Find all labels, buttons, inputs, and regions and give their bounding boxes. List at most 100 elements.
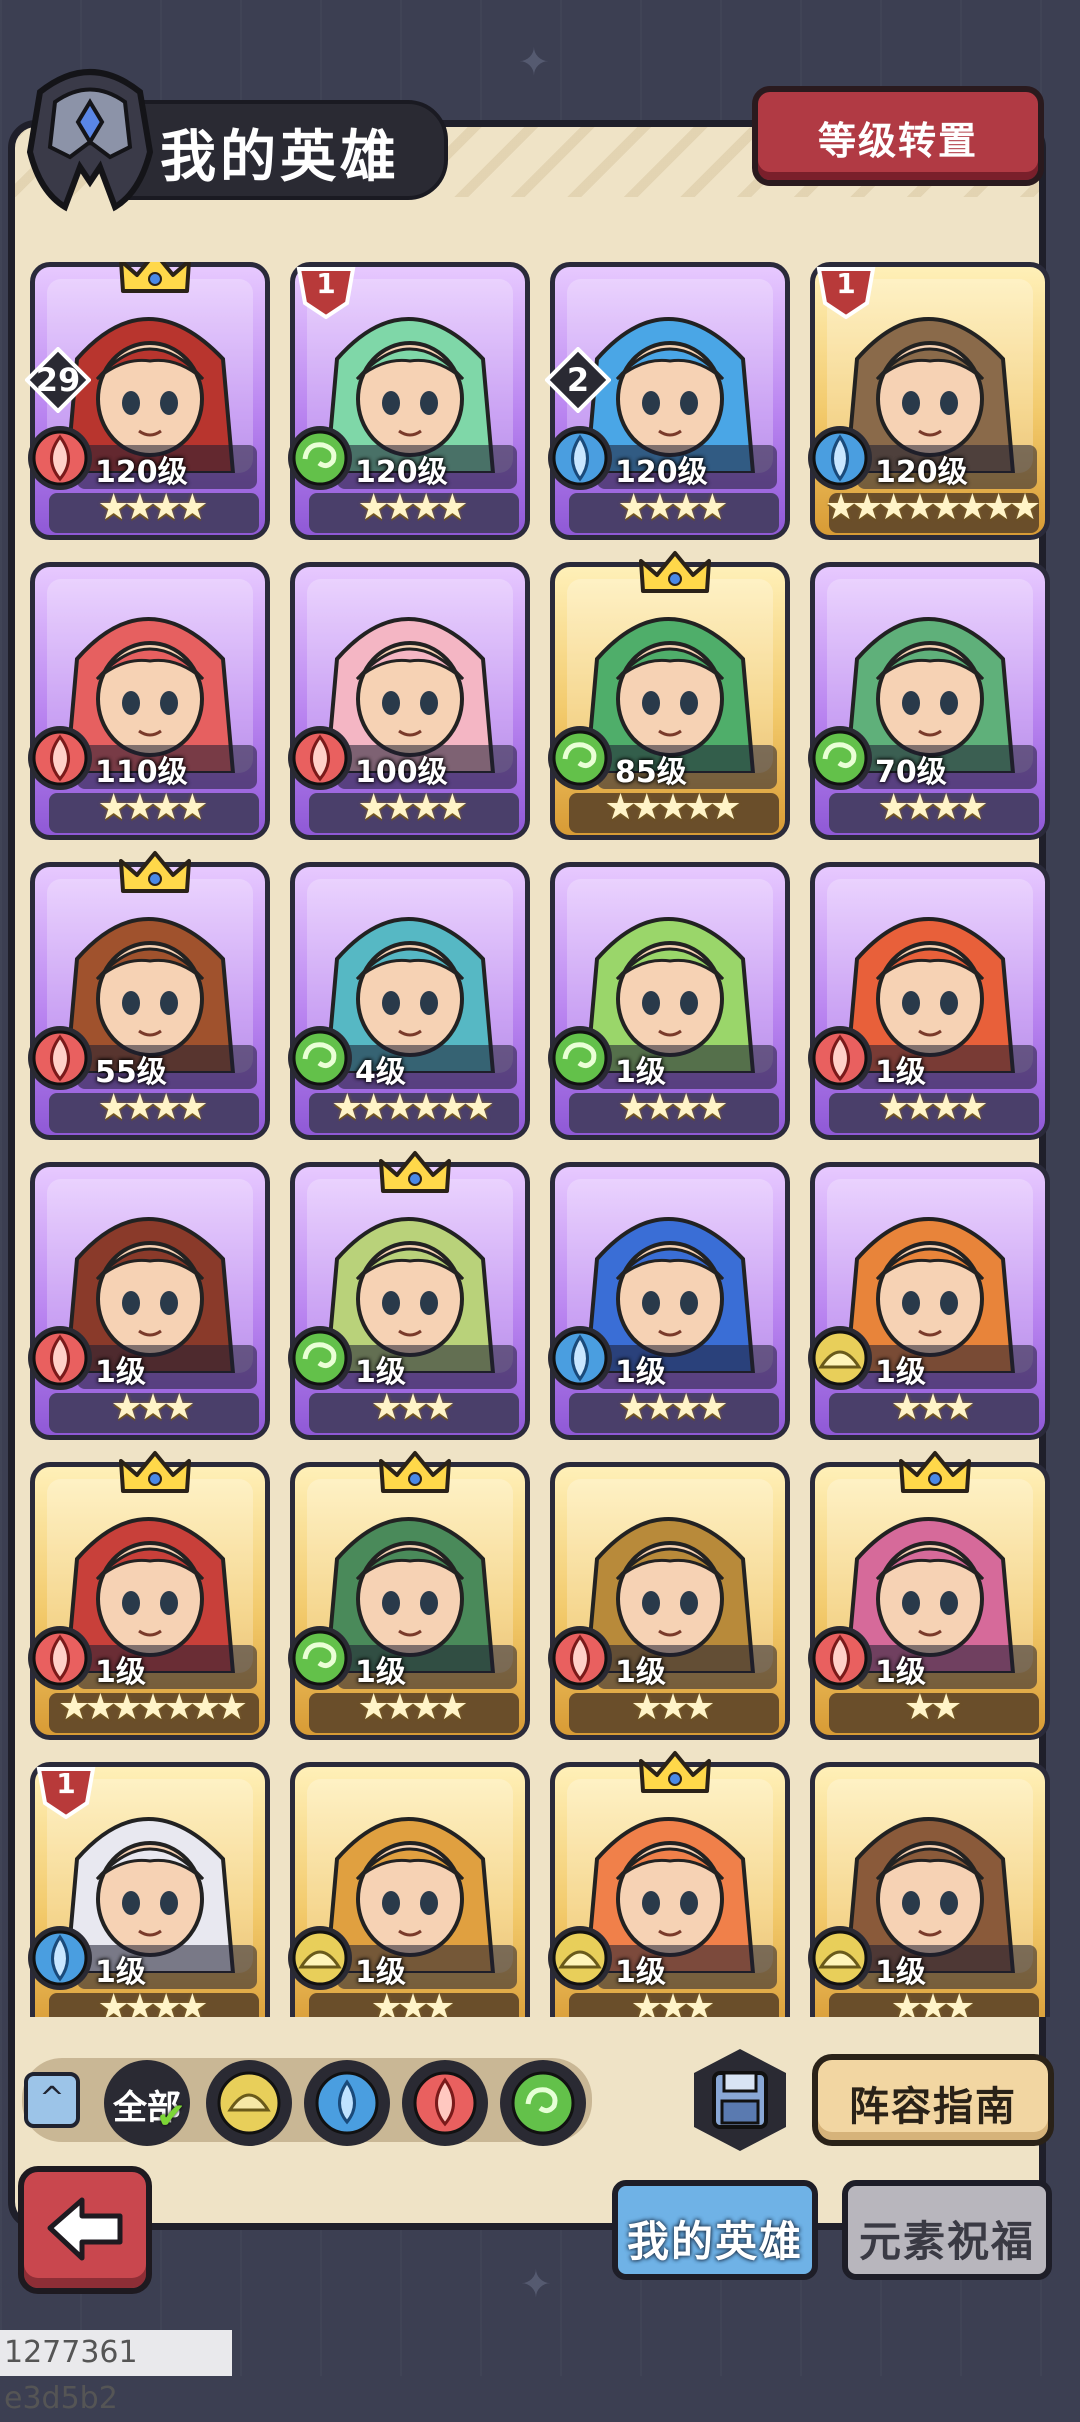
hero-stars: ★★★: [110, 1387, 196, 1428]
rank-transfer-button[interactable]: 等级转置: [752, 86, 1044, 186]
hero-level: 1级: [355, 1355, 406, 1390]
hero-level: 1级: [355, 1955, 406, 1990]
hero-card[interactable]: 1级 ★★★: [808, 1162, 1050, 1440]
crown-icon: [119, 1451, 191, 1493]
rank-badge: 1: [33, 1759, 99, 1819]
hero-level: 85级: [615, 755, 687, 790]
hero-level: 1级: [615, 1655, 666, 1690]
hero-level: 1级: [875, 1655, 926, 1690]
hero-card[interactable]: 1 1级 ★★★★: [28, 1759, 270, 2017]
fire-element-icon: [28, 426, 92, 490]
hero-card[interactable]: 1级 ★★★: [548, 1462, 790, 1740]
wind-element-icon: [808, 726, 872, 790]
lineup-guide-label: 阵容指南: [849, 2084, 1017, 2130]
hero-stars: ★★★: [630, 1987, 716, 2017]
hero-level: 55级: [95, 1055, 167, 1090]
collapse-chevron-icon[interactable]: ^: [24, 2072, 80, 2128]
crown-icon: [119, 851, 191, 893]
fire-element-icon: [28, 726, 92, 790]
hero-card[interactable]: 29 120级 ★★★★: [25, 262, 270, 540]
hero-level: 1级: [95, 1655, 146, 1690]
hero-stars: ★★★★: [617, 487, 728, 528]
back-arrow-icon: [47, 2197, 123, 2261]
decor-sparkle-icon: ✦: [518, 40, 550, 84]
hero-card[interactable]: 1级 ★★★★: [548, 862, 790, 1140]
rank-transfer-label: 等级转置: [817, 119, 978, 163]
hero-stars: ★★★★★★★: [58, 1687, 248, 1728]
hero-level: 110级: [95, 755, 188, 790]
lineup-guide-button[interactable]: 阵容指南: [812, 2054, 1054, 2146]
tab-my-heroes[interactable]: 我的英雄: [612, 2180, 818, 2280]
hero-stars: ★★★★: [97, 1987, 208, 2017]
hero-level: 1级: [355, 1655, 406, 1690]
hero-level: 120级: [615, 455, 708, 490]
hero-card[interactable]: 1级 ★★★★: [288, 1451, 530, 1740]
hero-card[interactable]: 1 120级 ★★★★: [288, 262, 530, 540]
hero-level: 1级: [875, 1055, 926, 1090]
hero-card[interactable]: 55级 ★★★★: [28, 851, 270, 1140]
filter-earth-icon[interactable]: [206, 2060, 292, 2146]
hero-card[interactable]: 1级 ★★: [808, 1451, 1050, 1740]
helmet-icon: [26, 69, 154, 212]
hero-level: 1级: [95, 1355, 146, 1390]
hero-stars: ★★★: [890, 1987, 976, 2017]
hero-card[interactable]: 100级 ★★★★: [288, 562, 530, 840]
hero-card[interactable]: 1级 ★★★: [288, 1762, 530, 2017]
crown-icon: [639, 551, 711, 593]
hero-card[interactable]: 1级 ★★★★: [548, 1162, 790, 1440]
hero-level: 1级: [615, 1055, 666, 1090]
hero-card[interactable]: 1级 ★★★: [288, 1151, 530, 1440]
hero-stars: ★★: [903, 1687, 963, 1728]
water-element-icon: [548, 1326, 612, 1390]
hero-stars: ★★★★: [97, 487, 208, 528]
hero-card[interactable]: 2 120级 ★★★★: [545, 262, 790, 540]
hero-level: 70级: [875, 755, 947, 790]
save-lineup-button[interactable]: [688, 2045, 792, 2155]
page-title: 我的英雄: [160, 125, 400, 190]
hero-stars: ★★★★: [617, 1087, 728, 1128]
rank-badge: 1: [293, 262, 359, 319]
build-id: 1277361 e3d5b2: [0, 2330, 232, 2416]
hero-card[interactable]: 1级 ★★★★: [808, 862, 1050, 1140]
fire-element-icon: [808, 1026, 872, 1090]
rebirth-badge: 2: [545, 347, 611, 413]
hero-card[interactable]: 1级 ★★★: [548, 1751, 790, 2017]
hero-stars: ★★★: [630, 1687, 716, 1728]
hero-level: 1级: [95, 1955, 146, 1990]
filter-wind-icon[interactable]: [500, 2060, 586, 2146]
wind-element-icon: [288, 426, 352, 490]
fire-element-icon: [28, 1326, 92, 1390]
earth-element-icon: [808, 1926, 872, 1990]
hero-level: 1级: [875, 1355, 926, 1390]
hero-card[interactable]: 70级 ★★★★: [808, 562, 1050, 840]
hero-card[interactable]: 85级 ★★★★★: [548, 551, 790, 840]
hero-card[interactable]: 110级 ★★★★: [28, 562, 270, 840]
filter-fire-icon[interactable]: [402, 2060, 488, 2146]
hero-stars: ★★★★: [617, 1387, 728, 1428]
hero-card[interactable]: 1级 ★★★★★★★: [28, 1451, 270, 1740]
checkmark-icon: ✔: [156, 2096, 187, 2137]
hero-card[interactable]: 1级 ★★★: [28, 1162, 270, 1440]
hero-card[interactable]: 1级 ★★★: [808, 1762, 1050, 2017]
rebirth-badge: 29: [25, 347, 91, 413]
filter-water-icon[interactable]: [304, 2060, 390, 2146]
hero-stars: ★★★: [890, 1387, 976, 1428]
back-button[interactable]: [18, 2166, 152, 2294]
wind-element-icon: [288, 1626, 352, 1690]
earth-element-icon: [548, 1926, 612, 1990]
crown-icon: [379, 1151, 451, 1193]
hero-level: 100级: [355, 755, 448, 790]
fire-element-icon: [288, 726, 352, 790]
tab-element-blessing[interactable]: 元素祝福: [842, 2180, 1052, 2280]
hero-stars: ★★★★★: [604, 787, 741, 828]
hero-card[interactable]: 4级 ★★★★★★: [288, 862, 530, 1140]
earth-element-icon: [808, 1326, 872, 1390]
wind-element-icon: [548, 726, 612, 790]
fire-element-icon: [28, 1026, 92, 1090]
hero-level: 4级: [355, 1055, 406, 1090]
decor-sparkle-icon: ✦: [520, 2262, 552, 2306]
hero-stars: ★★★★★★: [331, 1087, 495, 1128]
water-element-icon: [28, 1926, 92, 1990]
hero-card[interactable]: 1 120级 ★★★★★★★★: [808, 262, 1050, 540]
wind-element-icon: [548, 1026, 612, 1090]
